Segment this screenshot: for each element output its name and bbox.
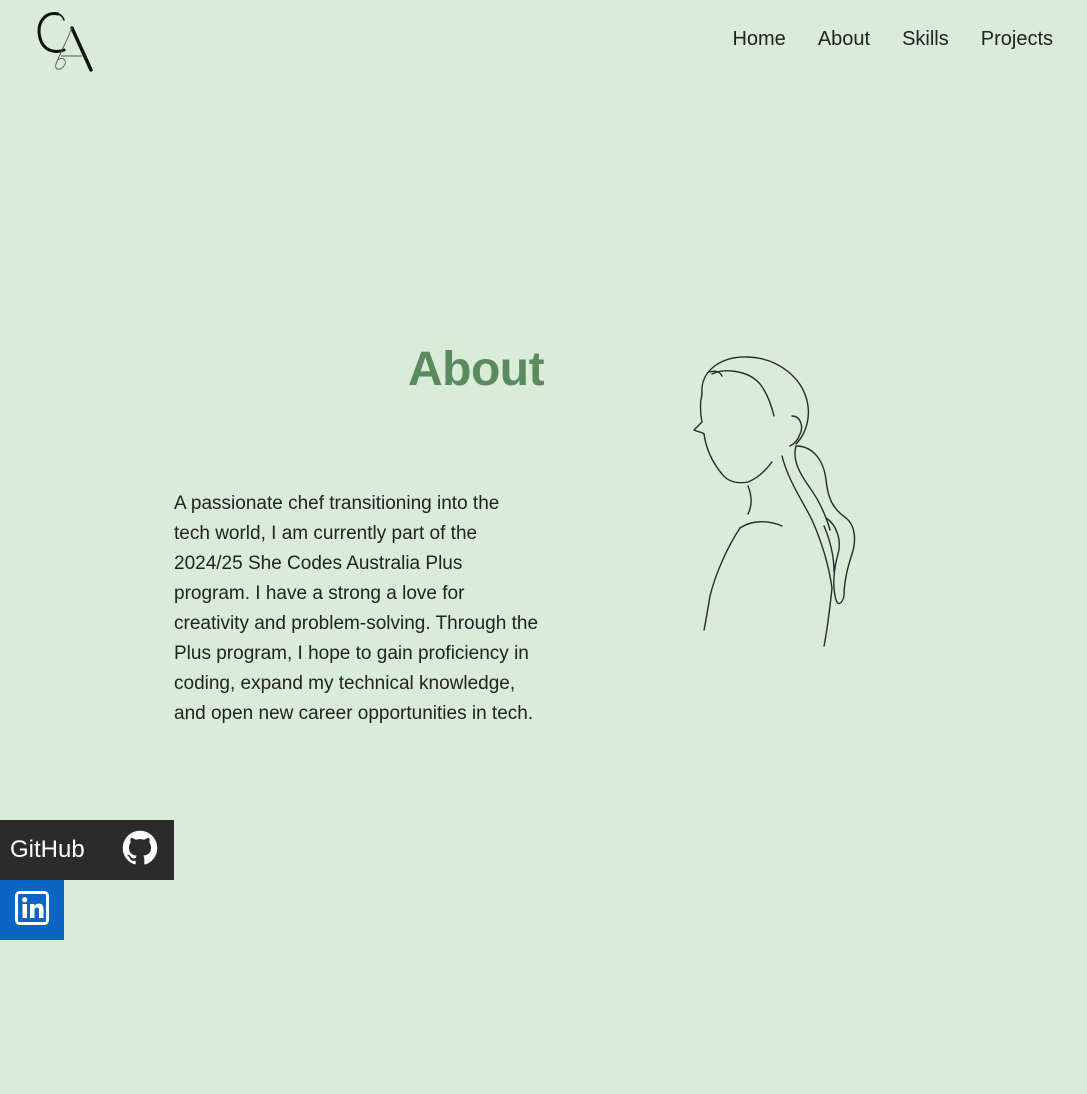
main-nav: Home About Skills Projects bbox=[732, 26, 1053, 52]
site-logo[interactable] bbox=[34, 8, 98, 74]
nav-skills[interactable]: Skills bbox=[902, 26, 949, 52]
ca-monogram-icon bbox=[37, 12, 93, 72]
github-link-button[interactable]: GitHub bbox=[0, 820, 174, 880]
about-paragraph: A passionate chef transitioning into the… bbox=[174, 493, 539, 724]
about-heading: About bbox=[408, 343, 545, 396]
nav-home[interactable]: Home bbox=[732, 26, 785, 52]
nav-about[interactable]: About bbox=[818, 26, 870, 52]
nav-projects[interactable]: Projects bbox=[981, 26, 1053, 52]
linkedin-link-button[interactable] bbox=[0, 880, 64, 940]
linkedin-icon bbox=[15, 890, 49, 930]
github-icon bbox=[122, 830, 158, 871]
woman-portrait-illustration bbox=[686, 350, 872, 650]
github-label: GitHub bbox=[10, 836, 85, 863]
